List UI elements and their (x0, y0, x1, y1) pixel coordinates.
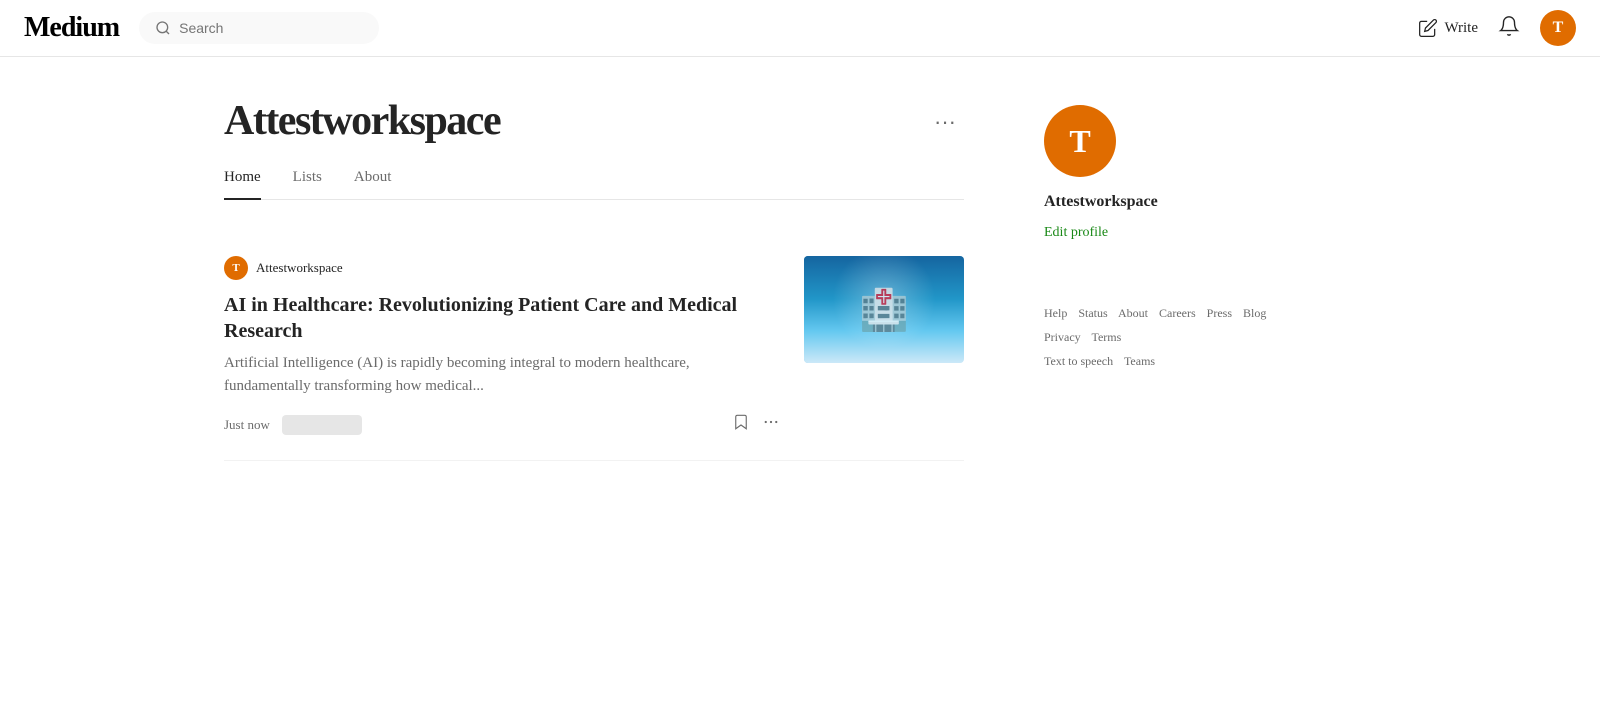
footer-link-tts[interactable]: Text to speech (1044, 354, 1113, 368)
notifications-button[interactable] (1498, 15, 1520, 42)
profile-title: Attestworkspace (224, 97, 500, 145)
search-input[interactable] (179, 20, 363, 36)
article-title[interactable]: AI in Healthcare: Revolutionizing Patien… (224, 292, 780, 344)
search-icon (155, 20, 171, 36)
tab-home[interactable]: Home (224, 169, 261, 200)
article-excerpt: Artificial Intelligence (AI) is rapidly … (224, 352, 780, 397)
sidebar: T Attestworkspace Edit profile Help Stat… (1044, 97, 1304, 461)
logo[interactable]: Medium (24, 12, 119, 44)
footer-link-press[interactable]: Press (1207, 306, 1232, 320)
footer-link-careers[interactable]: Careers (1159, 306, 1196, 320)
write-button[interactable]: Write (1418, 18, 1478, 38)
article-author-avatar: T (224, 256, 248, 280)
footer-row-2: Text to speech Teams (1044, 349, 1304, 373)
user-avatar-button[interactable]: T (1540, 10, 1576, 46)
tab-lists[interactable]: Lists (293, 169, 322, 200)
footer-link-privacy[interactable]: Privacy (1044, 330, 1081, 344)
footer-row-1: Help Status About Careers Press Blog Pri… (1044, 301, 1304, 349)
sidebar-avatar: T (1044, 105, 1116, 177)
header: Medium Write T (0, 0, 1600, 57)
write-icon (1418, 18, 1438, 38)
article-meta-actions (732, 413, 780, 436)
profile-options-button[interactable]: ··· (926, 105, 964, 139)
footer-link-blog[interactable]: Blog (1243, 306, 1266, 320)
tabs-nav: Home Lists About (224, 169, 964, 200)
footer-link-about[interactable]: About (1118, 306, 1148, 320)
edit-profile-link[interactable]: Edit profile (1044, 225, 1108, 240)
main-layout: Attestworkspace ··· Home Lists About T A… (200, 57, 1400, 461)
content-area: Attestworkspace ··· Home Lists About T A… (224, 97, 964, 461)
article-meta-row: Just now (224, 413, 780, 436)
article-more-button[interactable] (762, 413, 780, 436)
profile-title-row: Attestworkspace ··· (224, 97, 964, 145)
search-bar[interactable] (139, 12, 379, 44)
article-tag-placeholder (282, 415, 362, 435)
article-content: T Attestworkspace AI in Healthcare: Revo… (224, 256, 780, 436)
write-label: Write (1444, 20, 1478, 37)
header-right: Write T (1418, 10, 1576, 46)
article-card: T Attestworkspace AI in Healthcare: Revo… (224, 232, 964, 461)
footer-link-terms[interactable]: Terms (1091, 330, 1121, 344)
footer-links: Help Status About Careers Press Blog Pri… (1044, 301, 1304, 373)
bookmark-button[interactable] (732, 413, 750, 436)
footer-link-help[interactable]: Help (1044, 306, 1067, 320)
article-timestamp: Just now (224, 417, 270, 433)
article-thumbnail[interactable] (804, 256, 964, 363)
footer-link-teams[interactable]: Teams (1124, 354, 1155, 368)
article-author-name: Attestworkspace (256, 260, 343, 276)
tab-about[interactable]: About (354, 169, 392, 200)
sidebar-username: Attestworkspace (1044, 193, 1304, 211)
article-image-inner (804, 256, 964, 363)
footer-link-status[interactable]: Status (1078, 306, 1107, 320)
article-author-row: T Attestworkspace (224, 256, 780, 280)
